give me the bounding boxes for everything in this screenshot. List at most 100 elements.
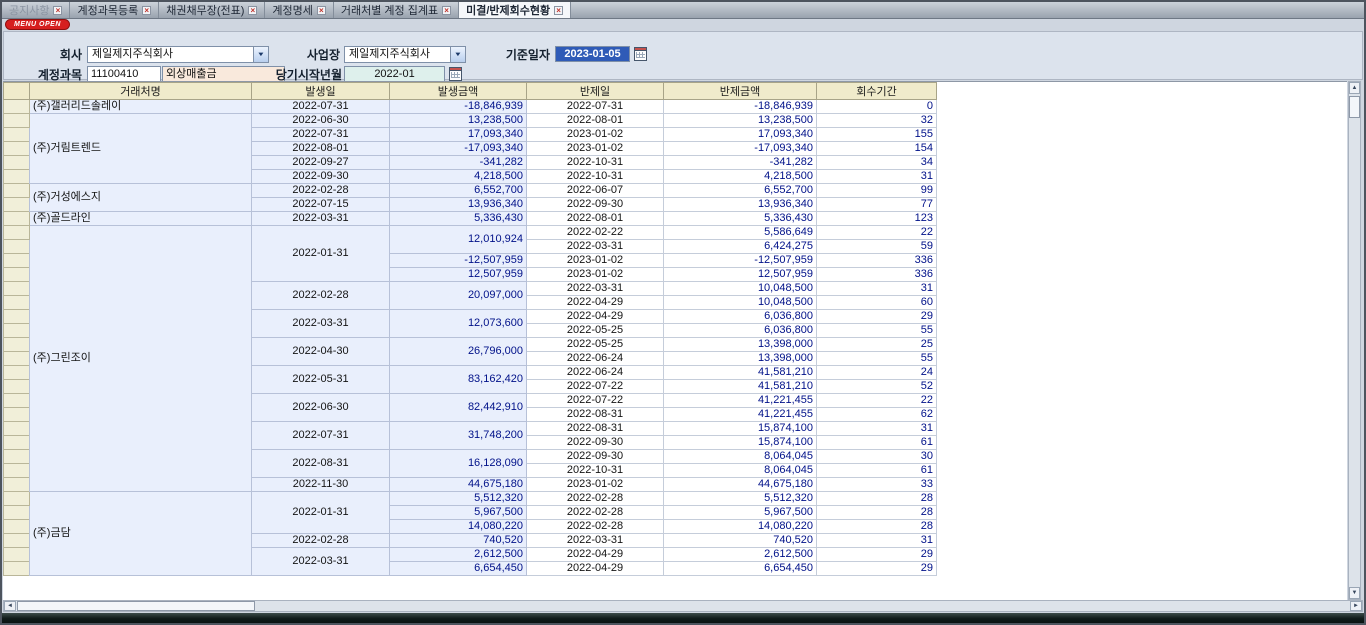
company-select[interactable]: 제일제지주식회사 ▼: [87, 46, 269, 63]
scroll-down-icon[interactable]: ▼: [1349, 587, 1360, 599]
settlement-date-cell[interactable]: 2022-10-31: [527, 464, 664, 478]
occurrence-amount-cell[interactable]: -17,093,340: [390, 142, 527, 156]
settlement-amount-cell[interactable]: 10,048,500: [664, 296, 817, 310]
row-selector-cell[interactable]: [4, 296, 30, 310]
settlement-amount-cell[interactable]: 6,036,800: [664, 310, 817, 324]
column-header-6[interactable]: 회수기간: [817, 83, 937, 100]
settlement-amount-cell[interactable]: 5,336,430: [664, 212, 817, 226]
settlement-amount-cell[interactable]: 2,612,500: [664, 548, 817, 562]
settlement-amount-cell[interactable]: 5,512,320: [664, 492, 817, 506]
settlement-date-cell[interactable]: 2022-08-01: [527, 114, 664, 128]
collection-period-cell[interactable]: 61: [817, 464, 937, 478]
column-header-1[interactable]: 거래처명: [30, 83, 252, 100]
collection-period-cell[interactable]: 77: [817, 198, 937, 212]
settlement-date-cell[interactable]: 2022-02-28: [527, 492, 664, 506]
tab-account-detail[interactable]: 계정명세×: [265, 2, 333, 18]
settlement-date-cell[interactable]: 2022-07-31: [527, 100, 664, 114]
row-selector-cell[interactable]: [4, 212, 30, 226]
settlement-date-cell[interactable]: 2022-04-29: [527, 562, 664, 576]
scroll-up-icon[interactable]: ▲: [1349, 82, 1360, 94]
occurrence-amount-cell[interactable]: 740,520: [390, 534, 527, 548]
settlement-amount-cell[interactable]: 10,048,500: [664, 282, 817, 296]
occurrence-date-cell[interactable]: 2022-06-30: [252, 114, 390, 128]
collection-period-cell[interactable]: 62: [817, 408, 937, 422]
column-header-2[interactable]: 발생일: [252, 83, 390, 100]
row-selector-cell[interactable]: [4, 184, 30, 198]
collection-period-cell[interactable]: 55: [817, 352, 937, 366]
settlement-amount-cell[interactable]: 41,221,455: [664, 408, 817, 422]
settlement-date-cell[interactable]: 2022-04-29: [527, 548, 664, 562]
row-selector-cell[interactable]: [4, 422, 30, 436]
row-selector-cell[interactable]: [4, 240, 30, 254]
settlement-date-cell[interactable]: 2022-09-30: [527, 436, 664, 450]
row-selector-cell[interactable]: [4, 128, 30, 142]
row-selector-cell[interactable]: [4, 478, 30, 492]
occurrence-amount-cell[interactable]: 16,128,090: [390, 450, 527, 478]
occurrence-amount-cell[interactable]: 12,073,600: [390, 310, 527, 338]
row-selector-cell[interactable]: [4, 324, 30, 338]
row-selector-cell[interactable]: [4, 394, 30, 408]
collection-period-cell[interactable]: 32: [817, 114, 937, 128]
settlement-amount-cell[interactable]: -17,093,340: [664, 142, 817, 156]
occurrence-amount-cell[interactable]: 26,796,000: [390, 338, 527, 366]
collection-period-cell[interactable]: 28: [817, 492, 937, 506]
settlement-amount-cell[interactable]: 8,064,045: [664, 464, 817, 478]
collection-period-cell[interactable]: 336: [817, 268, 937, 282]
collection-period-cell[interactable]: 33: [817, 478, 937, 492]
settlement-amount-cell[interactable]: 740,520: [664, 534, 817, 548]
occurrence-date-cell[interactable]: 2022-07-31: [252, 128, 390, 142]
collection-period-cell[interactable]: 99: [817, 184, 937, 198]
customer-name-cell[interactable]: (주)거성에스지: [30, 184, 252, 212]
settlement-amount-cell[interactable]: 41,581,210: [664, 366, 817, 380]
row-selector-cell[interactable]: [4, 254, 30, 268]
tab-close-icon[interactable]: ×: [554, 6, 563, 15]
settlement-amount-cell[interactable]: -18,846,939: [664, 100, 817, 114]
column-header-4[interactable]: 반제일: [527, 83, 664, 100]
occurrence-amount-cell[interactable]: 83,162,420: [390, 366, 527, 394]
settlement-amount-cell[interactable]: 6,654,450: [664, 562, 817, 576]
settlement-amount-cell[interactable]: 44,675,180: [664, 478, 817, 492]
occurrence-date-cell[interactable]: 2022-03-31: [252, 548, 390, 576]
settlement-date-cell[interactable]: 2022-10-31: [527, 156, 664, 170]
collection-period-cell[interactable]: 29: [817, 562, 937, 576]
account-code-input[interactable]: 11100410: [87, 66, 161, 82]
customer-name-cell[interactable]: (주)금담: [30, 492, 252, 576]
collection-period-cell[interactable]: 59: [817, 240, 937, 254]
base-date-input[interactable]: 2023-01-05: [555, 46, 630, 62]
row-selector-cell[interactable]: [4, 408, 30, 422]
settlement-amount-cell[interactable]: 12,507,959: [664, 268, 817, 282]
settlement-amount-cell[interactable]: 15,874,100: [664, 422, 817, 436]
calendar-icon[interactable]: [634, 47, 647, 61]
occurrence-date-cell[interactable]: 2022-06-30: [252, 394, 390, 422]
settlement-amount-cell[interactable]: 8,064,045: [664, 450, 817, 464]
row-selector-cell[interactable]: [4, 226, 30, 240]
occurrence-amount-cell[interactable]: -18,846,939: [390, 100, 527, 114]
customer-name-cell[interactable]: (주)골드라인: [30, 212, 252, 226]
collection-period-cell[interactable]: 31: [817, 534, 937, 548]
row-selector-cell[interactable]: [4, 310, 30, 324]
collection-period-cell[interactable]: 60: [817, 296, 937, 310]
settlement-amount-cell[interactable]: -12,507,959: [664, 254, 817, 268]
collection-period-cell[interactable]: 25: [817, 338, 937, 352]
vertical-scroll-thumb[interactable]: [1349, 96, 1360, 118]
collection-period-cell[interactable]: 29: [817, 548, 937, 562]
settlement-amount-cell[interactable]: 4,218,500: [664, 170, 817, 184]
settlement-amount-cell[interactable]: 14,080,220: [664, 520, 817, 534]
tab-ar-ap-ledger[interactable]: 채권채무장(전표)×: [159, 2, 265, 18]
occurrence-amount-cell[interactable]: 13,238,500: [390, 114, 527, 128]
settlement-date-cell[interactable]: 2022-09-30: [527, 450, 664, 464]
row-selector-cell[interactable]: [4, 534, 30, 548]
occurrence-amount-cell[interactable]: -12,507,959: [390, 254, 527, 268]
settlement-date-cell[interactable]: 2022-10-31: [527, 170, 664, 184]
settlement-date-cell[interactable]: 2022-07-22: [527, 380, 664, 394]
selector-column-header[interactable]: [4, 83, 30, 100]
occurrence-amount-cell[interactable]: 31,748,200: [390, 422, 527, 450]
settlement-amount-cell[interactable]: 5,967,500: [664, 506, 817, 520]
occurrence-date-cell[interactable]: 2022-11-30: [252, 478, 390, 492]
occurrence-date-cell[interactable]: 2022-07-31: [252, 100, 390, 114]
row-selector-cell[interactable]: [4, 114, 30, 128]
tab-customer-account-summary[interactable]: 거래처별 계정 집계표×: [334, 2, 459, 18]
tab-close-icon[interactable]: ×: [317, 6, 326, 15]
vertical-scrollbar[interactable]: ▲ ▼: [1348, 81, 1361, 600]
horizontal-scrollbar[interactable]: ◄ ►: [3, 600, 1363, 612]
